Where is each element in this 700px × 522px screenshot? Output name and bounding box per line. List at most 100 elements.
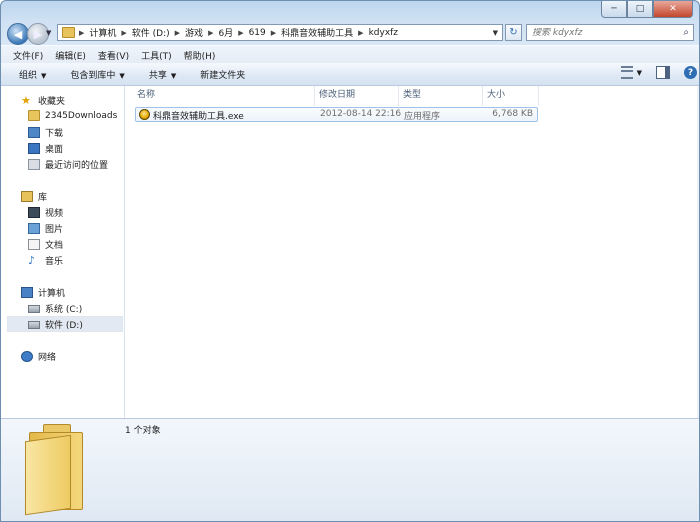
- sidebar-item-drive-c[interactable]: 系统 (C:): [28, 302, 82, 315]
- sidebar-favorites[interactable]: ★ 收藏夹: [21, 94, 65, 107]
- star-icon: ★: [21, 94, 31, 107]
- include-in-library-label: 包含到库中: [70, 70, 116, 81]
- scrollbar[interactable]: [697, 86, 699, 418]
- view-options-icon[interactable]: [620, 66, 633, 79]
- help-icon[interactable]: ?: [684, 66, 697, 79]
- new-folder-button[interactable]: 新建文件夹: [188, 68, 257, 81]
- chevron-down-icon: ▼: [170, 71, 177, 80]
- file-type: 应用程序: [404, 112, 441, 122]
- address-history-dropdown[interactable]: ▼: [493, 29, 498, 37]
- preview-pane-icon[interactable]: [656, 66, 670, 79]
- sidebar-item-label: 软件 (D:): [45, 321, 83, 331]
- system-drive-icon: [28, 304, 40, 313]
- sidebar-item-label: 系统 (C:): [45, 305, 83, 315]
- video-library-icon: [28, 207, 40, 218]
- breadcrumb-june[interactable]: 6月: [214, 26, 237, 39]
- chevron-right-icon[interactable]: ▶: [174, 29, 181, 37]
- sidebar-item-pictures[interactable]: 图片: [28, 222, 63, 235]
- drive-icon: [28, 320, 40, 329]
- sidebar-item-drive-d[interactable]: 软件 (D:): [28, 318, 83, 331]
- refresh-button[interactable]: ↻: [505, 24, 522, 41]
- sidebar-item-recent-places[interactable]: 最近访问的位置: [28, 158, 108, 171]
- menu-edit[interactable]: 编辑(E): [49, 49, 92, 62]
- chevron-right-icon[interactable]: ▶: [237, 29, 244, 37]
- share-button[interactable]: 共享 ▼: [137, 68, 188, 81]
- breadcrumb-kdyxfz[interactable]: kdyxfz: [365, 28, 402, 38]
- organize-label: 组织: [19, 70, 38, 81]
- sidebar-item-2345downloads[interactable]: 2345Downloads: [28, 110, 117, 121]
- chevron-right-icon[interactable]: ▶: [207, 29, 214, 37]
- sidebar-network-label: 网络: [38, 353, 57, 363]
- breadcrumb-drive-d[interactable]: 软件 (D:): [128, 26, 174, 39]
- application-icon: [139, 109, 150, 120]
- folder-icon: [28, 110, 40, 121]
- sidebar-computer-label: 计算机: [38, 289, 66, 299]
- chevron-right-icon[interactable]: ▶: [270, 29, 277, 37]
- chevron-down-icon[interactable]: ▼: [637, 69, 642, 77]
- sidebar-item-desktop[interactable]: 桌面: [28, 142, 63, 155]
- recent-pages-dropdown[interactable]: ▼: [46, 29, 51, 37]
- view-controls: ▼ ?: [620, 66, 697, 79]
- chevron-right-icon[interactable]: ▶: [78, 29, 85, 37]
- sidebar-item-documents[interactable]: 文档: [28, 238, 63, 251]
- downloads-folder-icon: [28, 127, 40, 138]
- sidebar-computer[interactable]: 计算机: [21, 286, 65, 299]
- breadcrumb-games[interactable]: 游戏: [181, 26, 207, 39]
- menu-view[interactable]: 查看(V): [92, 49, 135, 62]
- menu-help[interactable]: 帮助(H): [178, 49, 222, 62]
- back-button[interactable]: ◀: [7, 23, 29, 45]
- file-row[interactable]: 科鼎音效辅助工具.exe 2012-08-14 22:16 应用程序 6,768…: [135, 107, 538, 122]
- item-count: 1 个对象: [125, 426, 161, 436]
- chevron-right-icon[interactable]: ▶: [357, 29, 364, 37]
- sidebar-item-label: 下载: [45, 129, 64, 139]
- pictures-library-icon: [28, 223, 40, 234]
- command-bar: 组织 ▼ 包含到库中 ▼ 共享 ▼ 新建文件夹 ▼ ?: [1, 63, 699, 86]
- sidebar-item-videos[interactable]: 视频: [28, 206, 63, 219]
- chevron-down-icon: ▼: [41, 71, 47, 80]
- breadcrumb-619[interactable]: 619: [245, 28, 270, 38]
- column-header-name[interactable]: 名称: [133, 86, 315, 106]
- address-bar[interactable]: ▶ 计算机 ▶ 软件 (D:) ▶ 游戏 ▶ 6月 ▶ 619 ▶ 科鼎音效辅助…: [57, 24, 503, 41]
- breadcrumb-kdyxfz-tool[interactable]: 科鼎音效辅助工具: [277, 26, 357, 39]
- share-label: 共享: [148, 70, 167, 81]
- sidebar-item-music[interactable]: ♪ 音乐: [28, 254, 63, 267]
- sidebar-item-label: 桌面: [45, 145, 64, 155]
- search-icon[interactable]: ⌕: [683, 27, 689, 38]
- column-header-modified[interactable]: 修改日期: [315, 86, 399, 106]
- organize-button[interactable]: 组织 ▼: [7, 68, 58, 81]
- include-in-library-button[interactable]: 包含到库中 ▼: [58, 68, 136, 81]
- sidebar-item-label: 2345Downloads: [45, 110, 118, 121]
- network-icon: [21, 351, 33, 362]
- music-note-icon: ♪: [28, 254, 36, 267]
- breadcrumb-computer[interactable]: 计算机: [85, 26, 120, 39]
- search-box[interactable]: ⌕: [526, 24, 694, 41]
- column-header-type[interactable]: 类型: [399, 86, 483, 106]
- minimize-button[interactable]: ─: [601, 1, 627, 18]
- menu-tools[interactable]: 工具(T): [135, 49, 178, 62]
- close-button[interactable]: ✕: [653, 1, 693, 18]
- explorer-window: ─ □ ✕ ◀ ▶ ▼ ▶ 计算机 ▶ 软件 (D:) ▶ 游戏 ▶ 6月 ▶ …: [0, 0, 700, 522]
- sidebar-item-label: 文档: [45, 241, 64, 251]
- sidebar-item-label: 图片: [45, 225, 64, 235]
- column-header-size[interactable]: 大小: [483, 86, 539, 106]
- chevron-right-icon[interactable]: ▶: [120, 29, 127, 37]
- file-list: 名称 修改日期 类型 大小 科鼎音效辅助工具.exe 2012-08-14 22…: [125, 86, 699, 418]
- sidebar-libraries[interactable]: 库: [21, 190, 47, 203]
- menu-bar: 文件(F) 编辑(E) 查看(V) 工具(T) 帮助(H): [1, 45, 699, 64]
- menu-file[interactable]: 文件(F): [7, 49, 49, 62]
- maximize-button[interactable]: □: [627, 1, 653, 18]
- computer-icon: [21, 287, 33, 298]
- sidebar-item-downloads[interactable]: 下载: [28, 126, 63, 139]
- chevron-down-icon: ▼: [119, 71, 125, 80]
- sidebar-favorites-label: 收藏夹: [38, 97, 66, 107]
- navigation-pane: ★ 收藏夹 2345Downloads 下载 桌面 最近访问的位置 库 视频 图…: [1, 86, 125, 418]
- sidebar-network[interactable]: 网络: [21, 350, 56, 363]
- file-name: 科鼎音效辅助工具.exe: [153, 112, 244, 122]
- library-icon: [21, 191, 33, 202]
- documents-library-icon: [28, 239, 40, 250]
- search-input[interactable]: [532, 27, 672, 38]
- folder-icon: [62, 27, 75, 38]
- sidebar-libraries-label: 库: [38, 193, 48, 203]
- folder-icon: [25, 424, 85, 516]
- sidebar-item-label: 最近访问的位置: [45, 161, 109, 171]
